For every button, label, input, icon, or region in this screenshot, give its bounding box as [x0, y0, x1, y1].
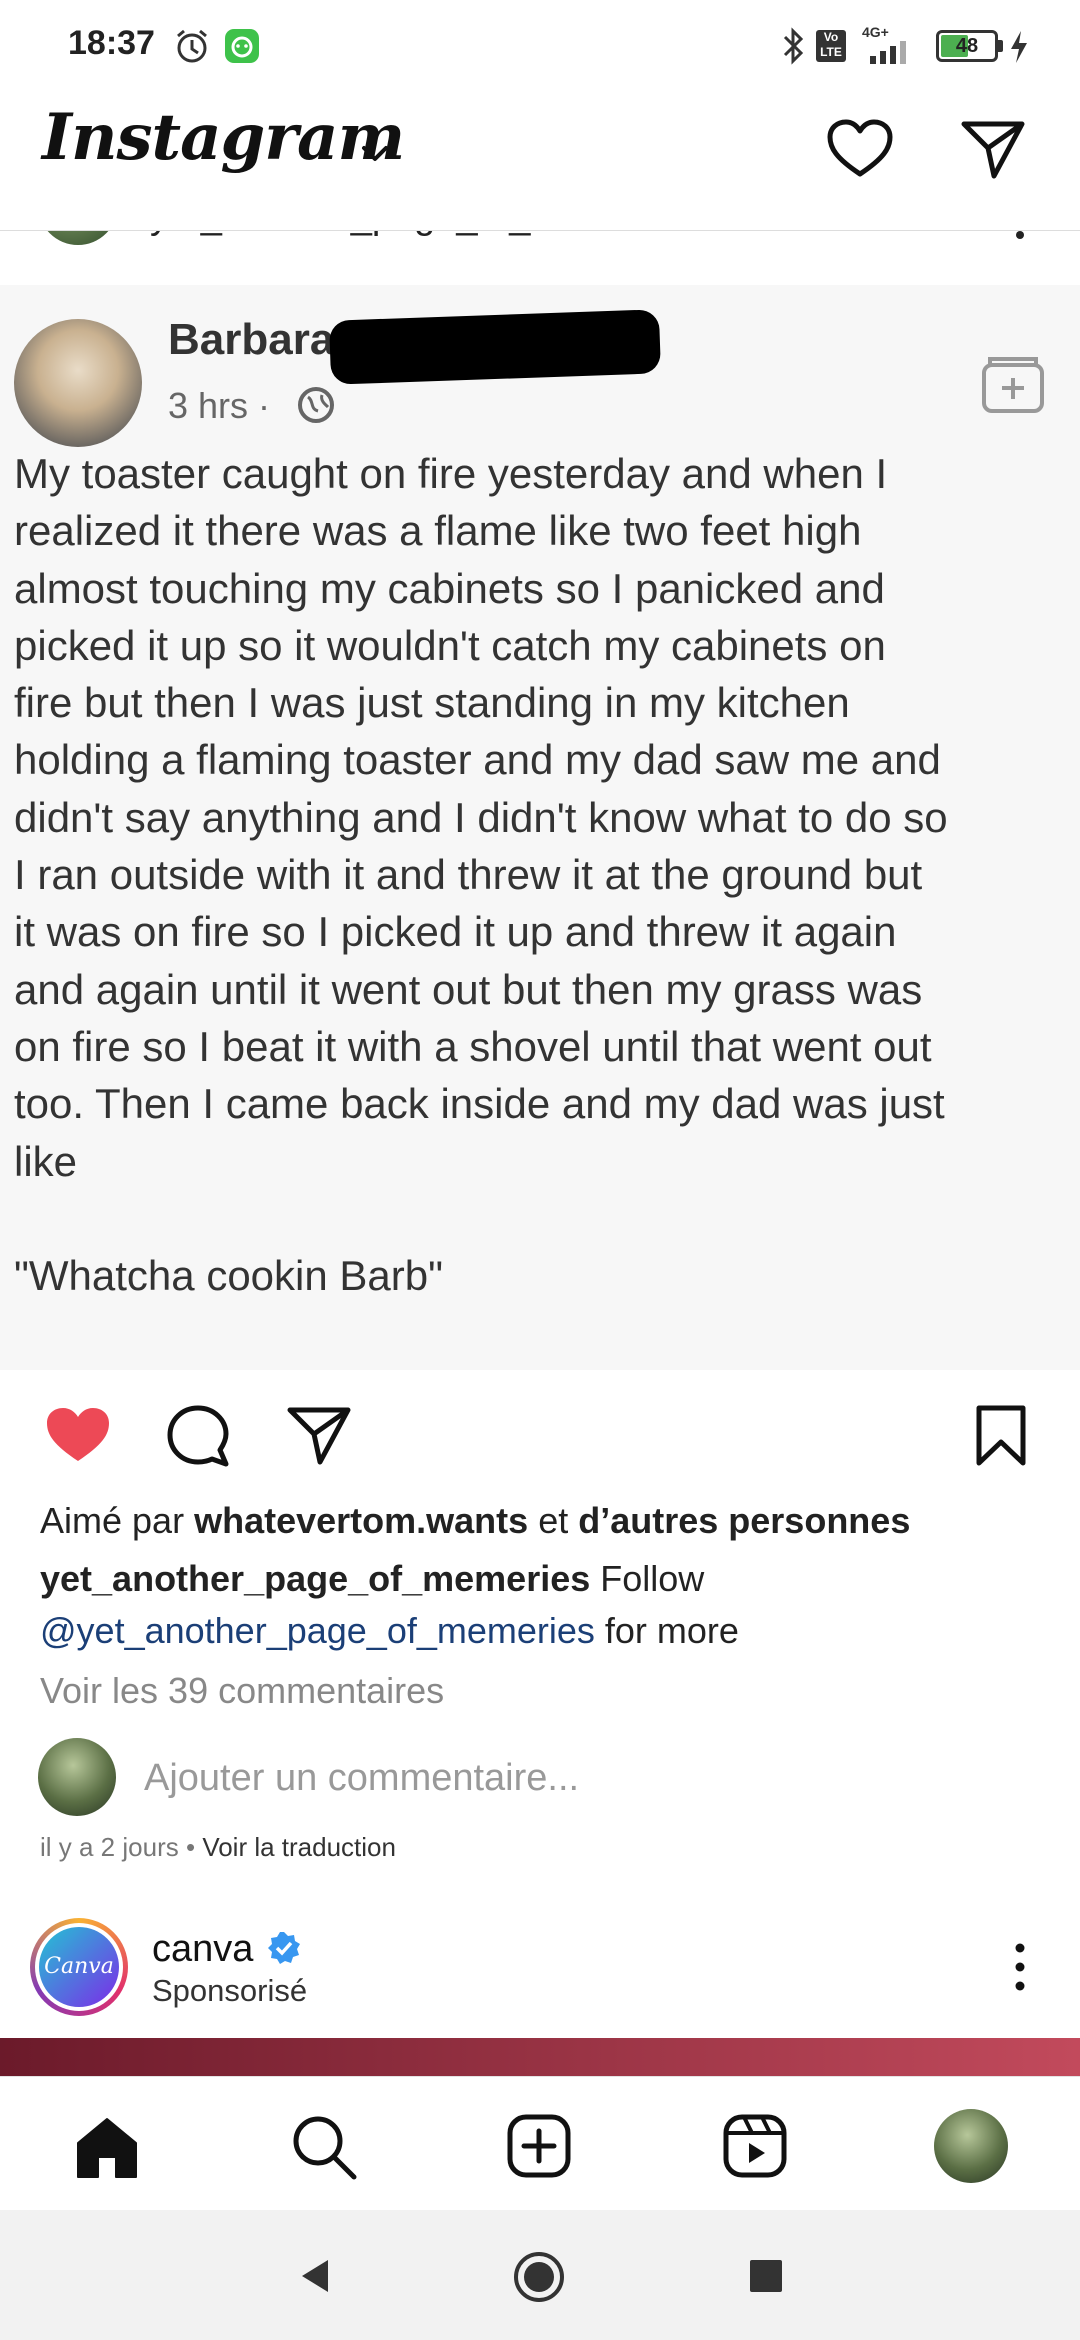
search-icon[interactable]	[290, 2113, 358, 2181]
caption-mention[interactable]: @yet_another_page_of_memeries	[40, 1610, 595, 1651]
recents-icon[interactable]	[748, 2258, 784, 2294]
create-icon[interactable]	[506, 2113, 572, 2179]
fb-line: realized it there was a flame like two f…	[14, 507, 862, 555]
instagram-logo[interactable]: Instagram	[42, 100, 405, 175]
fb-line: didn't say anything and I didn't know wh…	[14, 793, 948, 841]
fb-line: on fire so I beat it with a shovel until…	[14, 1022, 932, 1070]
fb-line: fire but then I was just standing in my …	[14, 679, 850, 727]
battery-icon: 48	[936, 30, 998, 62]
fb-quote: "Whatcha cookin Barb"	[14, 1251, 444, 1299]
fb-author-name: Barbara	[168, 315, 335, 364]
volte-icon: Vo LTE	[816, 30, 846, 62]
system-navigation-bar	[0, 2210, 1080, 2340]
fb-post-text: My toaster caught on fire yesterday and …	[14, 445, 1074, 1304]
story-ring[interactable]: Canva	[30, 1918, 128, 2016]
share-icon[interactable]	[286, 1404, 352, 1468]
app-notification-icon	[225, 29, 259, 63]
comment-icon[interactable]	[166, 1404, 230, 1468]
fb-line: My toaster caught on fire yesterday and …	[14, 450, 888, 497]
fb-line: I ran outside with it and threw it at th…	[14, 851, 923, 899]
fb-author-avatar	[14, 319, 142, 447]
liker-username[interactable]: whatevertom.wants	[194, 1500, 528, 1541]
add-comment-input[interactable]: Ajouter un commentaire...	[144, 1757, 579, 1800]
home-circle-icon[interactable]	[512, 2250, 566, 2304]
caption-suffix: for more	[604, 1610, 739, 1651]
likes-summary[interactable]: Aimé par whatevertom.wants et d’autres p…	[40, 1500, 910, 1542]
fb-line: like	[14, 1137, 78, 1185]
fb-line: it was on fire so I picked it up and thr…	[14, 908, 897, 956]
post-image[interactable]: Barbara 3 hrs · My toaster caught on fir…	[0, 285, 1080, 1370]
like-heart-icon[interactable]	[44, 1405, 112, 1465]
fb-line: and again until it went out but then my …	[14, 965, 923, 1013]
battery-tip	[998, 40, 1003, 52]
chevron-down-icon[interactable]	[358, 140, 392, 166]
direct-message-icon[interactable]	[960, 118, 1026, 182]
bottom-navigation	[0, 2076, 1080, 2212]
signal-icon	[870, 41, 906, 64]
likes-prefix: Aimé par	[40, 1500, 185, 1541]
next-post-username[interactable]: canva	[152, 1928, 253, 1971]
canva-username[interactable]: canva	[152, 1928, 253, 1970]
reels-icon[interactable]	[722, 2113, 788, 2179]
alarm-icon	[177, 29, 207, 63]
battery-level: 48	[955, 35, 979, 57]
post-meta: il y a 2 jours • Voir la traduction	[40, 1832, 396, 1863]
view-comments-link[interactable]: Voir les 39 commentaires	[40, 1670, 444, 1712]
sponsored-label: Sponsorisé	[152, 1973, 308, 2008]
save-to-collection-icon	[982, 357, 1044, 413]
fb-line: almost touching my cabinets so I panicke…	[14, 564, 885, 612]
status-time: 18:37	[68, 24, 155, 62]
status-bar: 18:37 Vo LTE 4G+ 48	[0, 0, 1080, 90]
home-icon[interactable]	[74, 2115, 140, 2179]
bluetooth-icon	[783, 27, 804, 65]
back-icon[interactable]	[296, 2256, 336, 2296]
heart-icon[interactable]	[826, 118, 894, 180]
translate-link[interactable]: Voir la traduction	[202, 1832, 396, 1862]
more-options-icon[interactable]	[1010, 1940, 1030, 1996]
fb-post-time: 3 hrs ·	[168, 385, 271, 426]
fb-line: too. Then I came back inside and my dad …	[14, 1080, 945, 1128]
caption-text: Follow	[600, 1558, 705, 1599]
globe-icon	[298, 387, 334, 423]
verified-badge-icon	[268, 1932, 300, 1964]
current-user-avatar	[38, 1738, 116, 1816]
redaction-scribble	[328, 309, 662, 385]
fb-line: holding a flaming toaster and my dad saw…	[14, 736, 941, 784]
next-post-image[interactable]	[0, 2038, 1080, 2076]
canva-avatar: Canva	[39, 1927, 119, 2007]
caption-username[interactable]: yet_another_page_of_memeries	[40, 1558, 590, 1599]
bookmark-icon[interactable]	[974, 1404, 1028, 1468]
fb-line: picked it up so it wouldn't catch my cab…	[14, 621, 886, 669]
likes-conj: et	[538, 1500, 569, 1541]
post-caption[interactable]: yet_another_page_of_memeries Follow @yet…	[40, 1553, 1050, 1657]
profile-avatar[interactable]	[934, 2109, 1008, 2183]
charging-icon	[1011, 31, 1027, 63]
fb-blank-line	[14, 1190, 1074, 1247]
meta-separator: •	[185, 1832, 196, 1862]
likes-others[interactable]: d’autres personnes	[578, 1500, 910, 1541]
post-timestamp: il y a 2 jours	[40, 1832, 179, 1862]
